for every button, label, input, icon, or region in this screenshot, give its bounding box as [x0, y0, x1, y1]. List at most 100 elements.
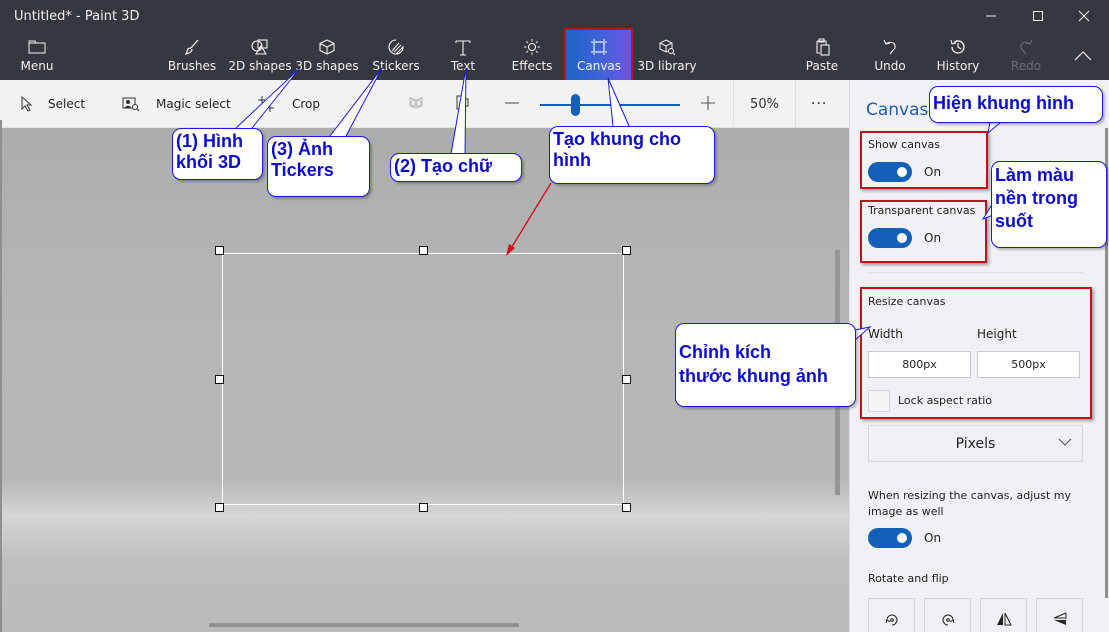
3d-cube-icon [318, 36, 336, 58]
zoom-percentage[interactable]: 50% [733, 80, 796, 128]
zoom-slider-track[interactable] [540, 104, 680, 106]
minimize-button[interactable] [968, 4, 1014, 28]
sun-icon [523, 36, 541, 58]
text-icon [454, 36, 472, 58]
resize-handle-top[interactable] [419, 246, 428, 255]
3d-library-icon [658, 36, 676, 58]
undo-icon [881, 36, 899, 58]
folder-icon [28, 36, 46, 58]
tab-label: Stickers [372, 59, 420, 73]
crop-icon [258, 96, 274, 112]
rotate-right-button[interactable] [924, 598, 971, 632]
chevron-up-icon [1074, 51, 1092, 61]
horizontal-scrollbar[interactable] [209, 623, 519, 627]
rotate-right-icon [942, 614, 954, 626]
tab-3d-shapes[interactable]: 3D shapes [295, 36, 359, 78]
close-button[interactable] [1061, 4, 1107, 28]
menu-button[interactable]: Menu [18, 36, 56, 78]
resize-handle-top-right[interactable] [622, 246, 631, 255]
adjust-image-state: On [924, 531, 942, 545]
select-tool[interactable]: Select [20, 80, 85, 128]
menu-label: Menu [20, 59, 54, 73]
resize-handle-top-left[interactable] [215, 246, 224, 255]
cursor-icon [20, 96, 34, 112]
window-title: Untitled* - Paint 3D [14, 9, 140, 24]
rotate-left-button[interactable] [868, 598, 915, 632]
canvas-toolbar: Select Magic select Crop 50% ··· [0, 80, 849, 128]
redo-label: Redo [1010, 59, 1042, 73]
mixed-reality-button[interactable] [455, 80, 471, 128]
zoom-slider-thumb[interactable] [570, 94, 580, 116]
paste-button[interactable]: Paste [805, 36, 839, 78]
callout-stickers: (3) Ảnh Tickers [267, 136, 370, 197]
zoom-out-button[interactable] [504, 80, 520, 128]
zoom-in-button[interactable] [700, 80, 716, 128]
paste-icon [813, 36, 831, 58]
3d-view-button[interactable] [408, 80, 424, 128]
tab-label: 3D shapes [295, 59, 359, 73]
resize-handle-left[interactable] [215, 375, 224, 384]
units-value: Pixels [955, 435, 996, 452]
tab-text[interactable]: Text [448, 36, 478, 78]
mixed-reality-icon [455, 94, 471, 114]
plus-icon [700, 95, 716, 114]
tab-label: Text [450, 59, 476, 73]
callout-resize: Chỉnh kích thước khung ảnh [675, 323, 856, 407]
collapse-ribbon-button[interactable] [1073, 48, 1093, 67]
history-icon [949, 36, 967, 58]
tab-effects[interactable]: Effects [512, 36, 552, 78]
annotation-box-resize [860, 287, 1092, 419]
units-dropdown[interactable]: Pixels [868, 425, 1083, 462]
crop-tool[interactable]: Crop [258, 80, 320, 128]
history-label: History [936, 59, 980, 73]
paint3d-window: Untitled* - Paint 3D Menu Brushes 2D sha… [0, 0, 1109, 632]
flip-vertical-button[interactable] [1036, 598, 1083, 632]
select-label: Select [48, 97, 86, 111]
more-options-button[interactable]: ··· [811, 80, 827, 128]
tab-canvas[interactable]: Canvas [577, 36, 621, 78]
tab-label: 2D shapes [228, 59, 292, 73]
redo-button[interactable]: Redo [1010, 36, 1042, 78]
undo-label: Undo [874, 59, 906, 73]
redo-icon [1017, 36, 1035, 58]
2d-shapes-icon [250, 36, 270, 58]
tab-label: Canvas [576, 59, 622, 73]
panel-divider [868, 272, 1083, 273]
rotate-left-icon [885, 614, 897, 626]
callout-show-canvas: Hiện khung hình [929, 86, 1103, 123]
callout-canvas: Tạo khung cho hình [549, 126, 715, 184]
magic-select-label: Magic select [156, 97, 231, 111]
rotate-flip-label: Rotate and flip [868, 572, 949, 585]
workspace-edge [0, 120, 2, 632]
tab-2d-shapes[interactable]: 2D shapes [228, 36, 292, 78]
flip-horizontal-button[interactable] [980, 598, 1027, 632]
tab-label: 3D library [637, 59, 697, 73]
history-button[interactable]: History [937, 36, 979, 78]
magic-select-tool[interactable]: Magic select [122, 80, 231, 128]
tab-brushes[interactable]: Brushes [166, 36, 218, 78]
minimize-icon [986, 15, 996, 17]
tab-3d-library[interactable]: 3D library [637, 36, 697, 78]
chevron-down-icon [1058, 434, 1072, 454]
flip-vertical-icon [1053, 612, 1066, 625]
ribbon: Untitled* - Paint 3D Menu Brushes 2D sha… [0, 0, 1109, 82]
resize-handle-right[interactable] [622, 375, 631, 384]
adjust-image-toggle[interactable] [868, 528, 912, 548]
annotation-box-transparent [860, 200, 987, 263]
resize-handle-bottom[interactable] [419, 503, 428, 512]
callout-text: (2) Tạo chữ [390, 153, 522, 182]
flip-horizontal-icon [996, 612, 1012, 626]
callout-transparent: Làm màu nền trong suốt [991, 161, 1107, 248]
canvas-icon [590, 36, 608, 58]
magic-select-icon [122, 96, 140, 112]
canvas-frame[interactable] [222, 253, 624, 505]
panel-title: Canvas [866, 100, 929, 120]
resize-handle-bottom-left[interactable] [215, 503, 224, 512]
maximize-button[interactable] [1015, 4, 1061, 28]
paste-label: Paste [805, 59, 839, 73]
3d-view-icon [408, 96, 424, 113]
resize-handle-bottom-right[interactable] [622, 503, 631, 512]
tab-stickers[interactable]: Stickers [372, 36, 420, 78]
undo-button[interactable]: Undo [873, 36, 907, 78]
brush-icon [183, 36, 201, 58]
